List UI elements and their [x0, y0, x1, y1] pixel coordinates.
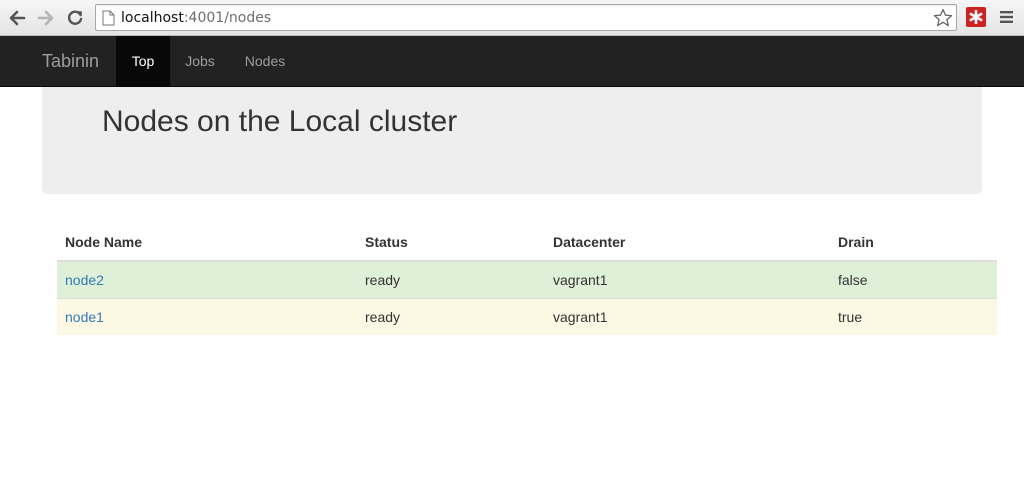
star-icon[interactable] [933, 8, 953, 28]
nodes-table: Node Name Status Datacenter Drain node2 … [57, 224, 997, 335]
hamburger-menu-icon[interactable] [999, 10, 1015, 24]
cell-node-name: node1 [57, 297, 357, 335]
node-link[interactable]: node1 [65, 309, 104, 325]
url-path: :4001/nodes [183, 10, 272, 26]
table-row: node2 ready vagrant1 false [57, 260, 997, 298]
table-row: node1 ready vagrant1 true [57, 297, 997, 335]
cell-drain: true [830, 297, 997, 335]
header-node-name: Node Name [57, 224, 357, 262]
reload-button[interactable] [64, 7, 86, 29]
nav-item-jobs[interactable]: Jobs [170, 36, 230, 86]
table-header-row: Node Name Status Datacenter Drain [57, 224, 997, 262]
node-link[interactable]: node2 [65, 272, 104, 288]
address-bar[interactable]: localhost:4001/nodes [95, 4, 957, 31]
cell-datacenter: vagrant1 [545, 297, 830, 335]
nav-item-nodes[interactable]: Nodes [230, 36, 300, 86]
back-arrow-icon [9, 10, 26, 26]
header-datacenter: Datacenter [545, 224, 830, 262]
page-header: Nodes on the Local cluster [42, 87, 982, 194]
url-text: localhost:4001/nodes [121, 10, 271, 26]
forward-arrow-icon [37, 10, 54, 26]
header-status: Status [357, 224, 545, 262]
forward-button[interactable] [35, 7, 57, 29]
extension-icon[interactable] [966, 7, 986, 27]
top-navbar: Tabinin Top Jobs Nodes [0, 36, 1024, 87]
cell-status: ready [357, 260, 545, 298]
asterisk-icon [969, 10, 983, 24]
page-title: Nodes on the Local cluster [102, 105, 458, 138]
url-host: localhost [121, 10, 184, 26]
reload-icon [67, 10, 83, 25]
cell-node-name: node2 [57, 260, 357, 298]
browser-toolbar: localhost:4001/nodes [0, 0, 1024, 36]
brand-link[interactable]: Tabinin [42, 36, 99, 86]
header-drain: Drain [830, 224, 997, 262]
back-button[interactable] [6, 7, 28, 29]
cell-datacenter: vagrant1 [545, 260, 830, 298]
cell-drain: false [830, 260, 997, 298]
page-icon [102, 10, 115, 26]
nav-item-top[interactable]: Top [116, 36, 170, 86]
cell-status: ready [357, 297, 545, 335]
